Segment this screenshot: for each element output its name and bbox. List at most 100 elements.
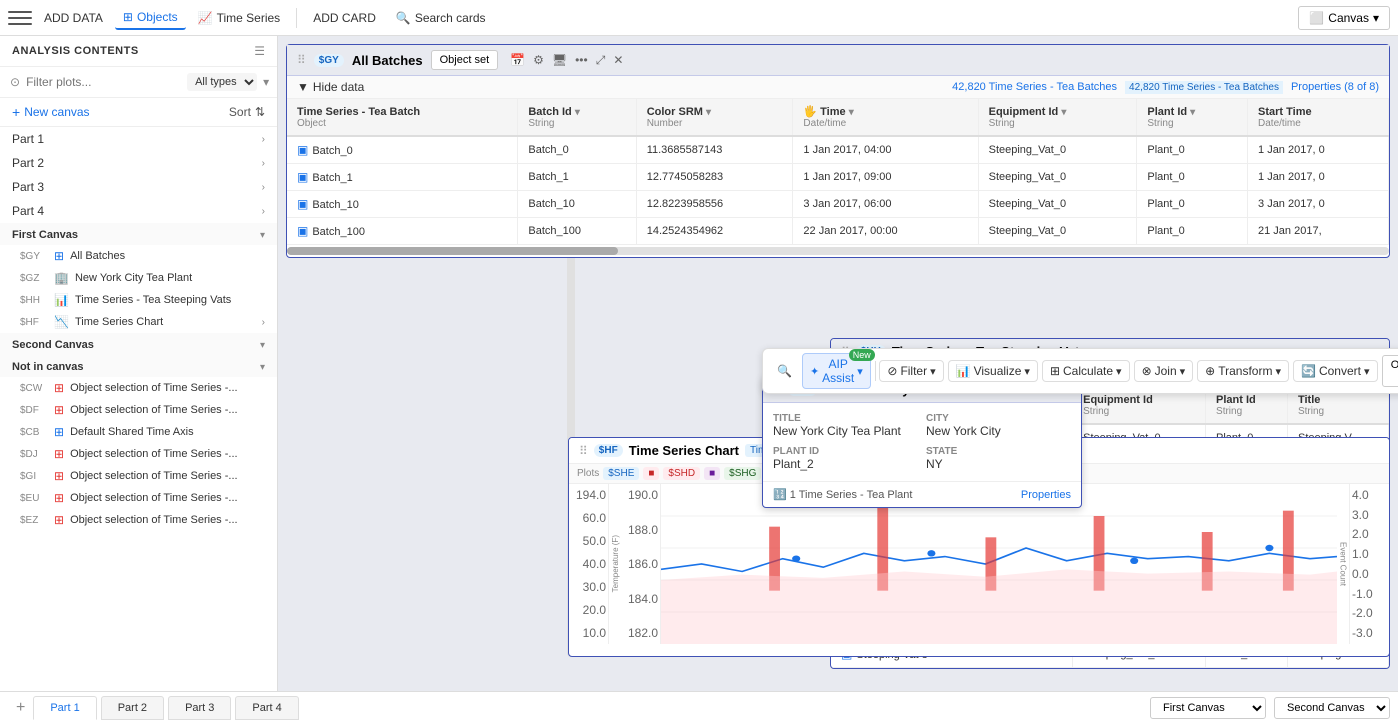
new-canvas-button[interactable]: + New canvas <box>12 104 90 120</box>
cell-time: 3 Jan 2017, 06:00 <box>793 191 978 218</box>
cell-color-srm: 12.8223958556 <box>636 191 793 218</box>
close-icon[interactable]: ✕ <box>613 53 623 67</box>
aip-search-button[interactable]: 🔍 <box>771 361 798 381</box>
ny-time-series-count: 🔢 1 Time Series - Tea Plant <box>773 488 912 501</box>
chevron-down-icon: ▾ <box>260 362 265 373</box>
chart-svg <box>661 484 1337 644</box>
expand-icon[interactable]: ⤢ <box>596 53 606 68</box>
y-axis-temp: 194.060.050.040.030.020.010.0 <box>569 484 609 644</box>
chevron-right-icon: › <box>262 134 265 145</box>
properties-link[interactable]: Properties (8 of 8) <box>1291 81 1379 93</box>
chevron-right-icon: › <box>262 182 265 193</box>
plot-shd2[interactable]: ■ <box>704 467 720 480</box>
cell-plant-id: Plant_0 <box>1137 191 1248 218</box>
filter-button[interactable]: ⊘ Filter ▾ <box>879 360 943 382</box>
plot-shd[interactable]: $SHD <box>663 467 700 480</box>
col-batch-id[interactable]: Batch Id ▾String <box>518 99 636 136</box>
time-series-btn[interactable]: 📈 Time Series <box>190 7 289 29</box>
plot-she2[interactable]: ■ <box>643 467 659 480</box>
canvas-item-df[interactable]: $DF ⊞ Object selection of Time Series -.… <box>0 399 277 421</box>
cell-time: 1 Jan 2017, 09:00 <box>793 164 978 191</box>
join-button[interactable]: ⊗ Join ▾ <box>1134 360 1194 382</box>
canvas-item-eu[interactable]: $EU ⊞ Object selection of Time Series -.… <box>0 487 277 509</box>
table-red-icon5: ⊞ <box>54 491 64 505</box>
canvas-item-gi[interactable]: $GI ⊞ Object selection of Time Series -.… <box>0 465 277 487</box>
canvas-item-cw[interactable]: $CW ⊞ Object selection of Time Series -.… <box>0 377 277 399</box>
first-canvas-select[interactable]: First Canvas Second Canvas <box>1150 697 1266 719</box>
sidebar-item-part2[interactable]: Part 2 › <box>0 151 277 175</box>
join-icon: ⊗ <box>1142 364 1152 378</box>
row-ts-icon: ▣ <box>297 224 308 238</box>
plus-icon: + <box>12 104 20 120</box>
type-select[interactable]: All types <box>187 73 257 91</box>
search-icon: 🔍 <box>396 11 411 25</box>
canvas-btn[interactable]: ⬜ Canvas ▾ <box>1298 6 1390 30</box>
cell-start-time: 1 Jan 2017, 0 <box>1248 164 1389 191</box>
filter-input[interactable] <box>26 75 181 89</box>
chevron-right-icon: › <box>262 206 265 217</box>
toolbar-divider <box>875 361 876 381</box>
ny-fields: TITLE New York City Tea Plant CITY New Y… <box>763 403 1081 481</box>
second-canvas-select[interactable]: Second Canvas First Canvas <box>1274 697 1390 719</box>
ny-field-plant-id: PLANT ID Plant_2 <box>773 446 918 471</box>
not-in-canvas-section[interactable]: Not in canvas ▾ <box>0 355 277 377</box>
hamburger-menu[interactable] <box>8 6 32 30</box>
toolbar-separator <box>296 8 297 28</box>
table-icon: ⊞ <box>123 10 133 24</box>
calculate-button[interactable]: ⊞ Calculate ▾ <box>1042 360 1130 382</box>
cell-batch-id: Batch_1 <box>518 164 636 191</box>
tab-part3[interactable]: Part 3 <box>168 696 231 720</box>
cell-name: ▣Batch_1 <box>287 164 518 191</box>
tab-part2[interactable]: Part 2 <box>101 696 164 720</box>
drag-handle-icon: ⠿ <box>297 53 306 67</box>
canvas-item-steeping-vats[interactable]: $HH 📊 Time Series - Tea Steeping Vats <box>0 289 277 311</box>
cell-plant-id: Plant_0 <box>1137 136 1248 164</box>
ny-properties-link[interactable]: Properties <box>1021 489 1071 501</box>
second-canvas-section[interactable]: Second Canvas ▾ <box>0 333 277 355</box>
chart-line-icon: 📈 <box>198 11 213 25</box>
object-set-button[interactable]: Object set <box>431 50 499 70</box>
search-cards-btn[interactable]: 🔍 Search cards <box>388 7 494 29</box>
sidebar-menu-icon[interactable]: ☰ <box>254 44 265 58</box>
first-canvas-section[interactable]: First Canvas ▾ <box>0 223 277 245</box>
cell-equipment-id: Steeping_Vat_0 <box>978 164 1137 191</box>
tab-part1[interactable]: Part 1 <box>33 696 96 720</box>
plot-she[interactable]: $SHE <box>603 467 639 480</box>
sort-button[interactable]: Sort ⇅ <box>229 105 265 119</box>
cell-color-srm: 14.2524354962 <box>636 218 793 245</box>
hide-data-button[interactable]: ▼ Hide data <box>297 80 364 94</box>
canvas-item-dj[interactable]: $DJ ⊞ Object selection of Time Series -.… <box>0 443 277 465</box>
add-tab-button[interactable]: + <box>8 699 33 717</box>
sidebar-item-part1[interactable]: Part 1 › <box>0 127 277 151</box>
building-icon: 🏢 <box>54 271 69 285</box>
canvas-item-ny-tea-plant[interactable]: $GZ 🏢 New York City Tea Plant <box>0 267 277 289</box>
canvas-item-cb[interactable]: $CB ⊞ Default Shared Time Axis <box>0 421 277 443</box>
table-red-icon2: ⊞ <box>54 403 64 417</box>
cell-name: ▣Batch_0 <box>287 136 518 164</box>
aip-object-set-button[interactable]: Object set <box>1382 355 1398 387</box>
canvas-item-ts-chart[interactable]: $HF 📉 Time Series Chart › <box>0 311 277 333</box>
tab-part4[interactable]: Part 4 <box>235 696 298 720</box>
canvas-item-all-batches[interactable]: $GY ⊞ All Batches <box>0 245 277 267</box>
cell-batch-id: Batch_10 <box>518 191 636 218</box>
objects-btn[interactable]: ⊞ Objects <box>115 6 186 30</box>
add-card-btn[interactable]: ADD CARD <box>305 7 384 29</box>
visualize-button[interactable]: 📊 Visualize ▾ <box>948 360 1038 382</box>
add-data-btn[interactable]: ADD DATA <box>36 7 111 29</box>
transform-icon: ⊕ <box>1205 364 1215 378</box>
more-icon[interactable]: ••• <box>575 53 588 67</box>
canvas-item-ez[interactable]: $EZ ⊞ Object selection of Time Series -.… <box>0 509 277 531</box>
convert-button[interactable]: 🔄 Convert ▾ <box>1293 360 1378 382</box>
horizontal-scrollbar[interactable] <box>287 247 1389 255</box>
transform-button[interactable]: ⊕ Transform ▾ <box>1197 360 1289 382</box>
top-toolbar: ADD DATA ⊞ Objects 📈 Time Series ADD CAR… <box>0 0 1398 36</box>
batch-tag: $GY <box>314 54 344 67</box>
cell-equipment-id: Steeping_Vat_0 <box>978 218 1137 245</box>
sidebar-item-part4[interactable]: Part 4 › <box>0 199 277 223</box>
new-badge: New <box>849 349 875 361</box>
sidebar-header: ANALYSIS CONTENTS ☰ <box>0 36 277 67</box>
sidebar-item-part3[interactable]: Part 3 › <box>0 175 277 199</box>
plot-shg[interactable]: $SHG <box>724 467 761 480</box>
cell-equipment-id: Steeping_Vat_0 <box>978 191 1137 218</box>
row-ts-icon: ▣ <box>297 143 308 157</box>
